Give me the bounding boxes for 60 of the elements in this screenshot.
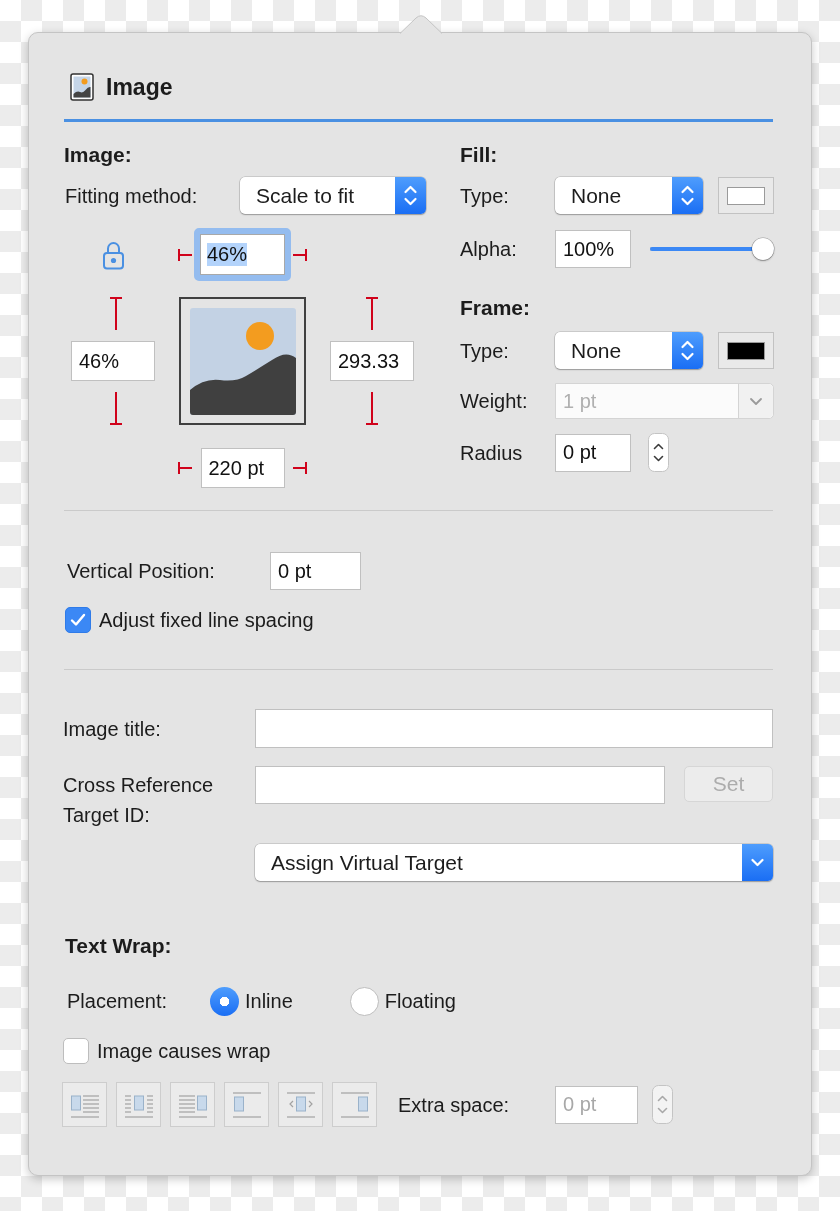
dimension-marker-icon (365, 392, 379, 425)
fill-type-popup[interactable]: None (555, 177, 703, 214)
radio-button[interactable] (349, 986, 379, 1016)
field-label: Type: (460, 183, 510, 208)
dimension-field[interactable]: 46% (71, 341, 155, 381)
updown-chevron-icon (672, 177, 703, 214)
virtual-target-popup[interactable]: Assign Virtual Target (255, 844, 773, 881)
slider-thumb[interactable] (752, 238, 774, 260)
dimension-field[interactable]: 46% (194, 228, 291, 281)
color-well[interactable] (718, 332, 774, 369)
field-label: Alpha: (460, 237, 518, 261)
field-label: Image title: (63, 716, 162, 741)
color-well[interactable] (718, 177, 774, 214)
section-heading: Fill: (460, 143, 499, 167)
radio-label[interactable]: Inline (245, 989, 293, 1013)
field-label: Cross Reference Target ID: (63, 773, 215, 828)
alpha-field[interactable]: 100% (555, 230, 631, 268)
field-label: Radius (460, 440, 524, 465)
dimension-marker-icon (178, 247, 192, 262)
dimension-marker-icon (293, 461, 307, 475)
section-heading: Image: (64, 143, 133, 167)
picture-icon (70, 73, 94, 101)
text-wrap-icon (230, 1090, 263, 1119)
field-label: Placement: (67, 989, 169, 1013)
dimension-marker-icon (365, 297, 379, 330)
checkbox[interactable] (65, 607, 91, 633)
radio-label[interactable]: Floating (384, 989, 456, 1013)
frame-type-popup[interactable]: None (555, 332, 703, 369)
section-heading: Frame: (460, 296, 532, 320)
dimension-field[interactable]: 220 pt (200, 448, 285, 488)
field-label: Extra space: (398, 1092, 511, 1117)
radius-field[interactable]: 0 pt (555, 433, 631, 472)
field-label: Type: (460, 338, 510, 363)
vertical-position-field[interactable]: 0 pt (270, 552, 361, 590)
checkmark-icon (70, 613, 86, 627)
chevron-down-icon (738, 384, 773, 418)
text-wrap-icon (338, 1090, 371, 1119)
checkbox-label[interactable]: Adjust fixed line spacing (99, 608, 314, 632)
field-label: Vertical Position: (67, 559, 216, 583)
panel-title: Image (106, 73, 173, 101)
checkbox[interactable] (63, 1038, 89, 1064)
dimension-marker-icon (293, 247, 307, 262)
fitting-method-popup[interactable]: Scale to fit (240, 177, 426, 214)
updown-chevron-icon (672, 332, 703, 369)
text-wrap-icon (284, 1090, 317, 1119)
chevron-down-icon (742, 844, 773, 881)
padlock-icon[interactable] (101, 239, 125, 270)
image-title-field[interactable] (255, 709, 773, 748)
dimension-field[interactable]: 293.33 (330, 341, 414, 381)
stepper-icon[interactable] (648, 433, 669, 472)
checkbox-label[interactable]: Image causes wrap (97, 1039, 271, 1063)
section-heading: Text Wrap: (65, 934, 173, 958)
dimension-marker-icon (178, 461, 192, 475)
updown-chevron-icon (395, 177, 426, 214)
dimension-marker-icon (109, 392, 123, 425)
field-label: Fitting method: (65, 183, 199, 208)
dimension-marker-icon (109, 297, 123, 330)
cross-reference-field[interactable] (255, 766, 665, 804)
field-label: Weight: (460, 389, 529, 413)
radio-button[interactable] (210, 986, 239, 1016)
